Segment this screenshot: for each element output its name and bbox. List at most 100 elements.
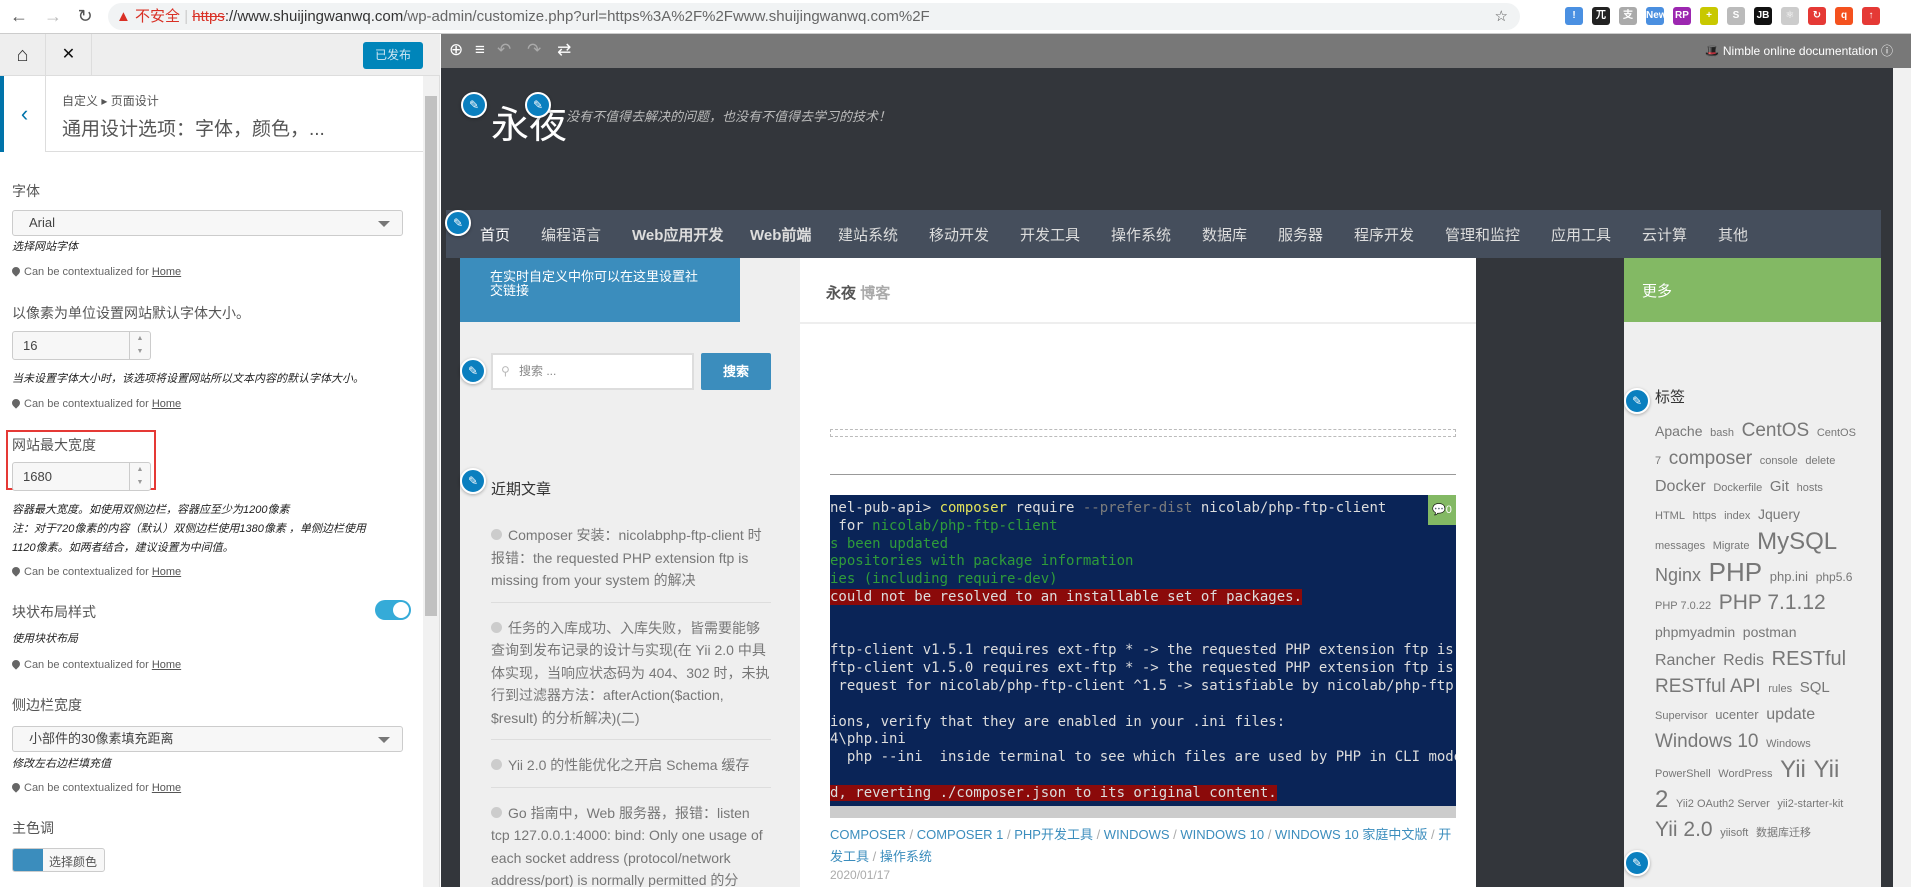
tag-link[interactable]: PHP bbox=[1709, 557, 1762, 587]
post-featured-image[interactable]: nel-pub-api> composer require --prefer-d… bbox=[830, 495, 1456, 814]
extension-icon[interactable]: ⚛ bbox=[1781, 7, 1799, 25]
extension-icon[interactable]: + bbox=[1700, 7, 1718, 25]
preview-scrollbar[interactable] bbox=[1893, 68, 1911, 887]
tag-link[interactable]: Rancher bbox=[1655, 652, 1715, 669]
extension-icon[interactable]: S bbox=[1727, 7, 1745, 25]
extension-icon[interactable]: ↻ bbox=[1808, 7, 1826, 25]
tag-link[interactable]: Windows 10 bbox=[1655, 731, 1759, 752]
extension-icon[interactable]: ↑ bbox=[1862, 7, 1880, 25]
ctx-home-link[interactable]: Home bbox=[152, 266, 181, 278]
tag-link[interactable]: SQL bbox=[1800, 679, 1830, 696]
edit-pencil-icon[interactable]: ✎ bbox=[525, 92, 551, 118]
tag-link[interactable]: rules bbox=[1768, 683, 1792, 695]
tag-link[interactable]: Windows bbox=[1766, 738, 1811, 750]
comments-badge[interactable]: 💬0 bbox=[1428, 495, 1456, 525]
tag-link[interactable]: phpmyadmin bbox=[1655, 624, 1735, 640]
close-icon[interactable]: ✕ bbox=[46, 34, 92, 76]
tag-link[interactable]: Git bbox=[1770, 478, 1789, 495]
recent-post-link[interactable]: 任务的入库成功、入库失败，皆需要能够查询到发布记录的设计与实现(在 Yii 2.… bbox=[491, 611, 771, 740]
tag-link[interactable]: console bbox=[1760, 455, 1798, 467]
tag-link[interactable]: CentOS bbox=[1742, 420, 1810, 441]
tag-link[interactable]: ucenter bbox=[1715, 707, 1758, 722]
menu-item[interactable]: Web前端 bbox=[750, 224, 811, 245]
home-icon[interactable]: ⌂ bbox=[0, 34, 46, 76]
boxed-layout-toggle[interactable] bbox=[375, 600, 411, 620]
menu-item[interactable]: 建站系统 bbox=[838, 224, 898, 245]
tag-link[interactable]: php.ini bbox=[1770, 569, 1808, 584]
publish-button[interactable]: 已发布 bbox=[363, 42, 423, 69]
tag-link[interactable]: hosts bbox=[1797, 482, 1823, 494]
tag-link[interactable]: PHP 7.1.12 bbox=[1719, 591, 1826, 614]
menu-item[interactable]: Web应用开发 bbox=[632, 224, 723, 245]
post-tag-link[interactable]: PHP开发工具 bbox=[1014, 827, 1093, 842]
tag-link[interactable]: PHP 7.0.22 bbox=[1655, 600, 1711, 612]
tag-link[interactable]: Jquery bbox=[1758, 506, 1800, 522]
font-size-input[interactable]: 16 ▲ ▼ bbox=[12, 331, 151, 360]
post-tag-link[interactable]: 操作系统 bbox=[880, 849, 932, 864]
tag-link[interactable]: delete bbox=[1805, 455, 1835, 467]
menu-item[interactable]: 编程语言 bbox=[541, 224, 601, 245]
stepper-icon[interactable]: ▲ ▼ bbox=[129, 463, 150, 490]
address-bar[interactable]: ▲ 不安全 | https://www.shuijingwanwq.com/wp… bbox=[108, 3, 1520, 30]
menu-item[interactable]: 开发工具 bbox=[1020, 224, 1080, 245]
ctx-home-link[interactable]: Home bbox=[152, 566, 181, 578]
tag-link[interactable]: index bbox=[1724, 510, 1750, 522]
redo-icon[interactable]: ↷ bbox=[527, 40, 541, 60]
tag-link[interactable]: RESTful API bbox=[1655, 676, 1761, 697]
menu-item[interactable]: 应用工具 bbox=[1551, 224, 1611, 245]
menu-item[interactable]: 数据库 bbox=[1202, 224, 1247, 245]
extension-icon[interactable]: 支 bbox=[1619, 7, 1637, 25]
menu-item[interactable]: 首页 bbox=[480, 224, 510, 245]
back-icon[interactable]: ← bbox=[8, 6, 30, 27]
max-width-input[interactable]: 1680 ▲ ▼ bbox=[12, 462, 151, 491]
tag-link[interactable]: yiisoft bbox=[1720, 827, 1748, 839]
edit-pencil-icon[interactable]: ✎ bbox=[460, 468, 486, 494]
tag-link[interactable]: yii2-starter-kit bbox=[1777, 798, 1843, 810]
tag-link[interactable]: https bbox=[1693, 510, 1717, 522]
tag-link[interactable]: 数据库迁移 bbox=[1756, 827, 1811, 839]
reload-icon[interactable]: ↻ bbox=[74, 6, 96, 27]
tag-link[interactable]: update bbox=[1766, 706, 1815, 723]
tag-link[interactable]: Dockerfile bbox=[1713, 482, 1762, 494]
settings-sliders-icon[interactable]: ⇄ bbox=[557, 40, 571, 60]
recent-post-link[interactable]: Composer 安装：nicolabphp-ftp-client 时报错：th… bbox=[491, 518, 771, 603]
post-tag-link[interactable]: WINDOWS 10 bbox=[1180, 827, 1264, 842]
tag-link[interactable]: Apache bbox=[1655, 423, 1702, 439]
select-color-button[interactable]: 选择颜色 bbox=[12, 848, 105, 872]
nimble-doc-link[interactable]: 🎩 Nimble online documentation ⓘ bbox=[1705, 42, 1893, 59]
menu-item[interactable]: 服务器 bbox=[1278, 224, 1323, 245]
tag-link[interactable]: postman bbox=[1743, 624, 1797, 640]
tag-link[interactable]: Migrate bbox=[1713, 540, 1750, 552]
menu-item[interactable]: 其他 bbox=[1718, 224, 1748, 245]
search-button[interactable]: 搜索 bbox=[701, 353, 771, 390]
menu-item[interactable]: 云计算 bbox=[1642, 224, 1687, 245]
edit-pencil-icon[interactable]: ✎ bbox=[1624, 850, 1650, 876]
tag-link[interactable]: WordPress bbox=[1718, 768, 1772, 780]
extension-icon[interactable]: JB bbox=[1754, 7, 1772, 25]
tag-link[interactable]: Docker bbox=[1655, 478, 1706, 495]
menu-item[interactable]: 管理和监控 bbox=[1445, 224, 1520, 245]
post-tag-link[interactable]: COMPOSER 1 bbox=[917, 827, 1004, 842]
tag-link[interactable]: composer bbox=[1669, 448, 1752, 469]
edit-pencil-icon[interactable]: ✎ bbox=[445, 210, 471, 236]
tag-link[interactable]: RESTful bbox=[1772, 648, 1846, 670]
list-icon[interactable]: ≡ bbox=[475, 40, 485, 60]
extension-icon[interactable]: q bbox=[1835, 7, 1853, 25]
extension-icon[interactable]: New bbox=[1646, 7, 1667, 25]
edit-pencil-icon[interactable]: ✎ bbox=[1624, 388, 1650, 414]
post-tag-link[interactable]: COMPOSER bbox=[830, 827, 906, 842]
post-tag-link[interactable]: WINDOWS 10 家庭中文版 bbox=[1275, 827, 1427, 842]
extension-icon[interactable]: RP bbox=[1673, 7, 1691, 25]
sidebar-width-select[interactable]: 小部件的30像素填充距离 bbox=[12, 726, 403, 752]
tag-link[interactable]: messages bbox=[1655, 540, 1705, 552]
edit-pencil-icon[interactable]: ✎ bbox=[461, 92, 487, 118]
tag-link[interactable]: php5.6 bbox=[1816, 570, 1853, 584]
post-tag-link[interactable]: WINDOWS bbox=[1104, 827, 1170, 842]
tag-link[interactable]: Yii2 OAuth2 Server bbox=[1676, 798, 1770, 810]
stepper-icon[interactable]: ▲ ▼ bbox=[129, 332, 150, 359]
extension-icon[interactable]: ! bbox=[1565, 7, 1583, 25]
menu-item[interactable]: 移动开发 bbox=[929, 224, 989, 245]
recent-post-link[interactable]: Yii 2.0 的性能优化之开启 Schema 缓存 bbox=[491, 748, 771, 788]
tag-link[interactable]: HTML bbox=[1655, 510, 1685, 522]
tag-link[interactable]: MySQL bbox=[1757, 528, 1837, 555]
